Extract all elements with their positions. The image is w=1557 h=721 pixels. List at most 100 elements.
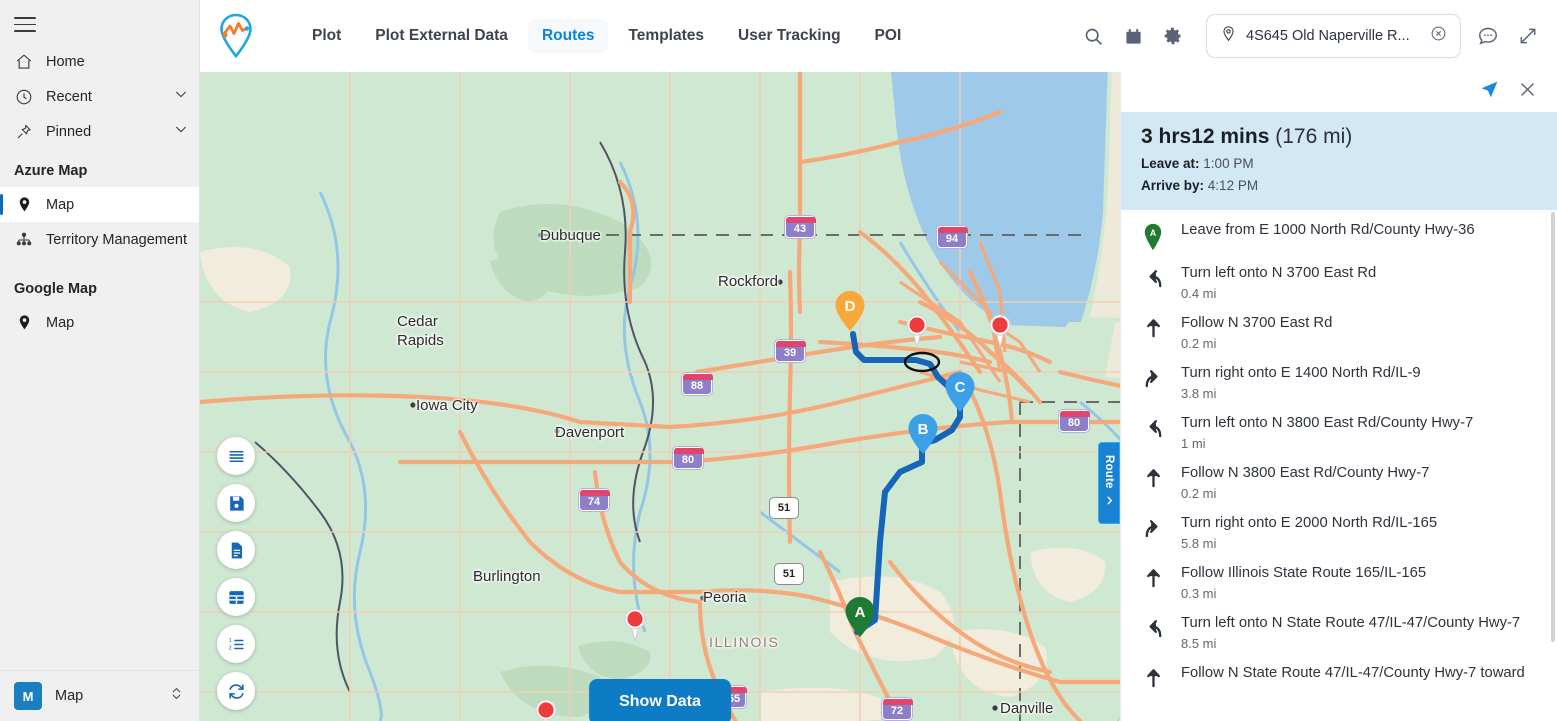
navigate-icon[interactable]: [1479, 79, 1500, 105]
tab-user-tracking[interactable]: User Tracking: [724, 19, 855, 53]
route-step[interactable]: Follow N 3700 East Rd 0.2 mi: [1121, 307, 1557, 357]
tab-templates[interactable]: Templates: [614, 19, 718, 53]
route-step[interactable]: Follow N State Route 47/IL-47/County Hwy…: [1121, 657, 1557, 695]
chevron-down-icon[interactable]: [173, 121, 189, 142]
topbar-actions: 4S645 Old Naperville R...: [1080, 14, 1541, 58]
map-marker-b[interactable]: B: [907, 413, 939, 455]
scrollbar[interactable]: [1551, 212, 1555, 642]
sidebar-item-home[interactable]: Home: [0, 44, 199, 79]
route-step-instruction: Turn right onto E 1400 North Rd/IL-9: [1181, 365, 1421, 381]
sidebar-item-recent[interactable]: Recent: [0, 79, 199, 114]
document-icon[interactable]: [217, 531, 255, 569]
svg-text:D: D: [845, 298, 856, 315]
route-steps-list[interactable]: A Leave from E 1000 North Rd/County Hwy-3…: [1121, 210, 1557, 721]
clear-circle-icon[interactable]: [1430, 25, 1447, 47]
route-step[interactable]: Turn right onto E 2000 North Rd/IL-165 5.…: [1121, 507, 1557, 557]
route-duration-row: 3 hrs12 mins (176 mi): [1141, 125, 1537, 149]
sidebar-item-label: Map: [46, 314, 75, 331]
map-marker-stop[interactable]: [534, 699, 558, 721]
svg-text:A: A: [855, 604, 866, 621]
map-marker-d[interactable]: D: [834, 290, 866, 332]
start-marker-icon: A: [1139, 220, 1167, 251]
straight-icon: [1139, 313, 1167, 339]
route-step[interactable]: Follow N 3800 East Rd/County Hwy-7 0.2 mi: [1121, 457, 1557, 507]
map-canvas[interactable]: Dubuque Rockford Cedar Rapids Iowa City Daven…: [200, 72, 1120, 721]
tab-plot[interactable]: Plot: [298, 19, 355, 53]
map-marker-stop[interactable]: [623, 608, 647, 643]
route-step-distance: 0.2 mi: [1181, 336, 1217, 351]
map-marker-c[interactable]: C: [944, 371, 976, 413]
route-distance: (176 mi): [1275, 125, 1353, 148]
route-side-tab[interactable]: Route: [1098, 442, 1120, 524]
straight-icon: [1139, 563, 1167, 589]
map-marker-stop[interactable]: [988, 314, 1012, 349]
route-step[interactable]: Turn left onto N 3700 East Rd 0.4 mi: [1121, 257, 1557, 307]
save-icon[interactable]: [217, 484, 255, 522]
close-icon[interactable]: [1518, 80, 1537, 104]
route-panel-header: [1121, 72, 1557, 112]
route-step-instruction: Follow Illinois State Route 165/IL-165: [1181, 565, 1427, 581]
refresh-icon[interactable]: [217, 672, 255, 710]
grid-table-icon[interactable]: [217, 578, 255, 616]
highway-shield: 88: [682, 373, 713, 395]
search-icon[interactable]: [1080, 23, 1106, 49]
tab-plot-external-data[interactable]: Plot External Data: [361, 19, 522, 53]
clock-icon: [14, 87, 34, 107]
sidebar-item-azure-map[interactable]: Map: [0, 187, 199, 222]
gear-icon[interactable]: [1160, 23, 1186, 49]
route-step-instruction: Turn left onto N 3700 East Rd: [1181, 265, 1377, 281]
route-step[interactable]: Turn left onto N State Route 47/IL-47/Co…: [1121, 607, 1557, 657]
map-toolbar: 1 2: [217, 437, 255, 710]
layers-list-icon[interactable]: [217, 437, 255, 475]
turn-left-icon: [1139, 613, 1167, 639]
route-step[interactable]: Turn right onto E 1400 North Rd/IL-9 3.8 …: [1121, 357, 1557, 407]
route-duration: 3 hrs12 mins: [1141, 125, 1270, 148]
straight-icon: [1139, 663, 1167, 689]
app-logo-icon[interactable]: [214, 11, 258, 61]
sidebar-group-azure-map: Azure Map: [14, 163, 88, 179]
tab-poi[interactable]: POI: [861, 19, 916, 53]
arrive-by-value: 4:12 PM: [1207, 178, 1259, 193]
arrive-by-label: Arrive by:: [1141, 178, 1205, 193]
search-input[interactable]: 4S645 Old Naperville R...: [1206, 14, 1461, 58]
route-step-text: Follow Illinois State Route 165/IL-165 0.…: [1181, 563, 1541, 601]
route-step-distance: 0.2 mi: [1181, 486, 1217, 501]
route-step[interactable]: Turn left onto N 3800 East Rd/County Hwy…: [1121, 407, 1557, 457]
sidebar-footer-label: Map: [55, 688, 84, 704]
location-pin-icon: [14, 195, 34, 215]
menu-icon[interactable]: [0, 0, 44, 44]
route-summary: 3 hrs12 mins (176 mi) Leave at: 1:00 PM …: [1121, 112, 1557, 210]
calendar-icon[interactable]: [1120, 23, 1146, 49]
main-content: Plot Plot External Data Routes Templates…: [200, 0, 1557, 721]
route-step-distance: 5.8 mi: [1181, 536, 1217, 551]
route-step[interactable]: A Leave from E 1000 North Rd/County Hwy-3…: [1121, 214, 1557, 257]
chat-icon[interactable]: [1475, 23, 1501, 49]
route-step-instruction: Turn left onto N 3800 East Rd/County Hwy…: [1181, 415, 1474, 431]
svg-text:2: 2: [228, 645, 231, 651]
sidebar-item-label: Recent: [46, 88, 92, 105]
sidebar-item-google-map[interactable]: Map: [0, 305, 199, 340]
tab-routes[interactable]: Routes: [527, 19, 609, 53]
sidebar-footer[interactable]: M Map: [0, 670, 199, 721]
route-leave-at: Leave at: 1:00 PM: [1141, 156, 1537, 171]
map-marker-stop[interactable]: [905, 314, 929, 349]
route-arrive-by: Arrive by: 4:12 PM: [1141, 178, 1537, 193]
route-step-text: Turn left onto N 3800 East Rd/County Hwy…: [1181, 413, 1541, 451]
sidebar-item-pinned[interactable]: Pinned: [0, 114, 199, 149]
show-data-button[interactable]: Show Data: [589, 679, 731, 721]
route-step-distance: 0.3 mi: [1181, 586, 1217, 601]
numbered-list-icon[interactable]: 1 2: [217, 625, 255, 663]
highway-shield: 74: [579, 489, 610, 511]
route-step[interactable]: Follow Illinois State Route 165/IL-165 0.…: [1121, 557, 1557, 607]
route-step-text: Turn right onto E 1400 North Rd/IL-9 3.8 …: [1181, 363, 1541, 401]
map-marker-a[interactable]: A: [844, 596, 876, 638]
svg-text:A: A: [1150, 228, 1157, 238]
svg-text:1: 1: [228, 638, 231, 644]
chevron-down-icon[interactable]: [173, 86, 189, 107]
sidebar-item-territory-management[interactable]: Territory Management: [0, 222, 199, 257]
pin-icon: [14, 122, 34, 142]
expand-icon[interactable]: [1515, 23, 1541, 49]
expand-collapse-icon[interactable]: [168, 685, 185, 707]
svg-text:B: B: [918, 421, 929, 438]
route-step-instruction: Follow N State Route 47/IL-47/County Hwy…: [1181, 665, 1525, 681]
